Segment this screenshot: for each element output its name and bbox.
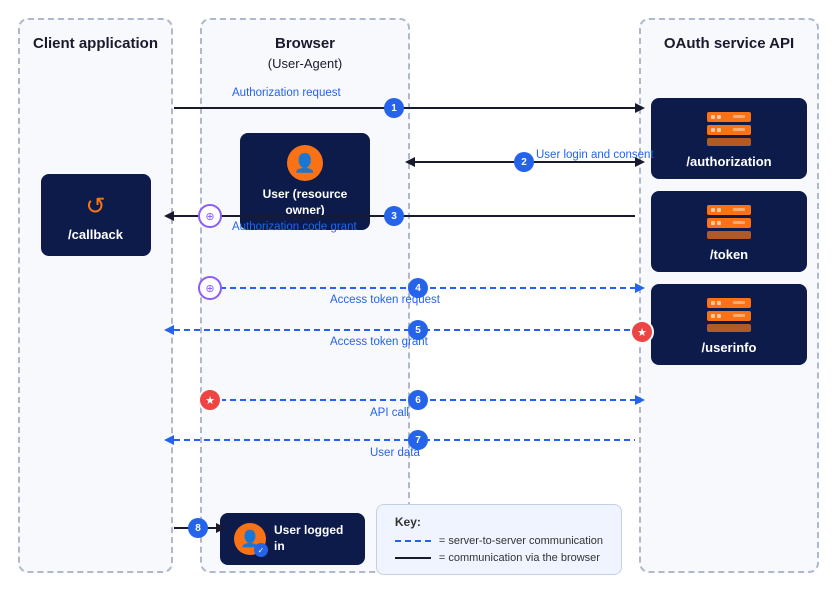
badge-globe-browser: ⊕ [198,204,222,228]
callback-icon: ↺ [51,192,141,221]
step1-circle: 1 [384,98,404,118]
step6-circle: 6 [408,390,428,410]
key-dashed-text: = server-to-server communication [439,535,603,547]
user-icon: 👤 [287,145,323,181]
step1-label: Authorization request [232,86,341,101]
step8-circle: 8 [188,518,208,538]
server-icon-authorization [705,110,753,148]
badge-star-token: ★ [630,320,654,344]
oauth-userinfo-label: /userinfo [659,340,799,355]
user-label: User (resource owner) [250,187,360,218]
oauth-title: OAuth service API [641,20,817,54]
oauth-column: OAuth service API /authorization [639,18,819,573]
step2-label: User login and consent [536,148,654,163]
logged-in-box: 👤 ✓ User logged in [220,513,365,565]
logged-in-icon: 👤 ✓ [234,523,266,555]
oauth-authorization-label: /authorization [659,154,799,169]
callback-box: ↺ /callback [41,174,151,256]
client-title: Client application [20,20,171,54]
logged-in-text: User logged in [274,523,351,554]
check-badge: ✓ [254,543,268,557]
callback-label: /callback [51,227,141,242]
key-row-dashed: = server-to-server communication [395,535,603,547]
key-solid-text: = communication via the browser [439,552,600,564]
step3-label: Authorization code grant [232,220,357,235]
step5-circle: 5 [408,320,428,340]
user-box: 👤 User (resource owner) [240,133,370,230]
key-solid-line [395,557,431,559]
key-label: Key: [395,515,603,529]
server-icon-token [705,203,753,241]
step3-circle: 3 [384,206,404,226]
badge-globe-client-step4: ⊕ [198,276,222,300]
step7-circle: 7 [408,430,428,450]
key-dashed-line [395,540,431,542]
client-column: Client application ↺ /callback [18,18,173,573]
key-row-solid: = communication via the browser [395,552,603,564]
step4-circle: 4 [408,278,428,298]
oauth-card-userinfo: /userinfo [651,284,807,365]
step6-label: API call [370,406,409,421]
badge-star-step6: ★ [198,388,222,412]
diagram-container: Client application ↺ /callback Browser(U… [0,0,837,607]
step2-circle: 2 [514,152,534,172]
server-icon-userinfo [705,296,753,334]
browser-title: Browser(User-Agent) [202,20,408,73]
oauth-token-label: /token [659,247,799,262]
oauth-card-token: /token [651,191,807,272]
oauth-card-authorization: /authorization [651,98,807,179]
key-box: Key: = server-to-server communication = … [376,504,622,575]
